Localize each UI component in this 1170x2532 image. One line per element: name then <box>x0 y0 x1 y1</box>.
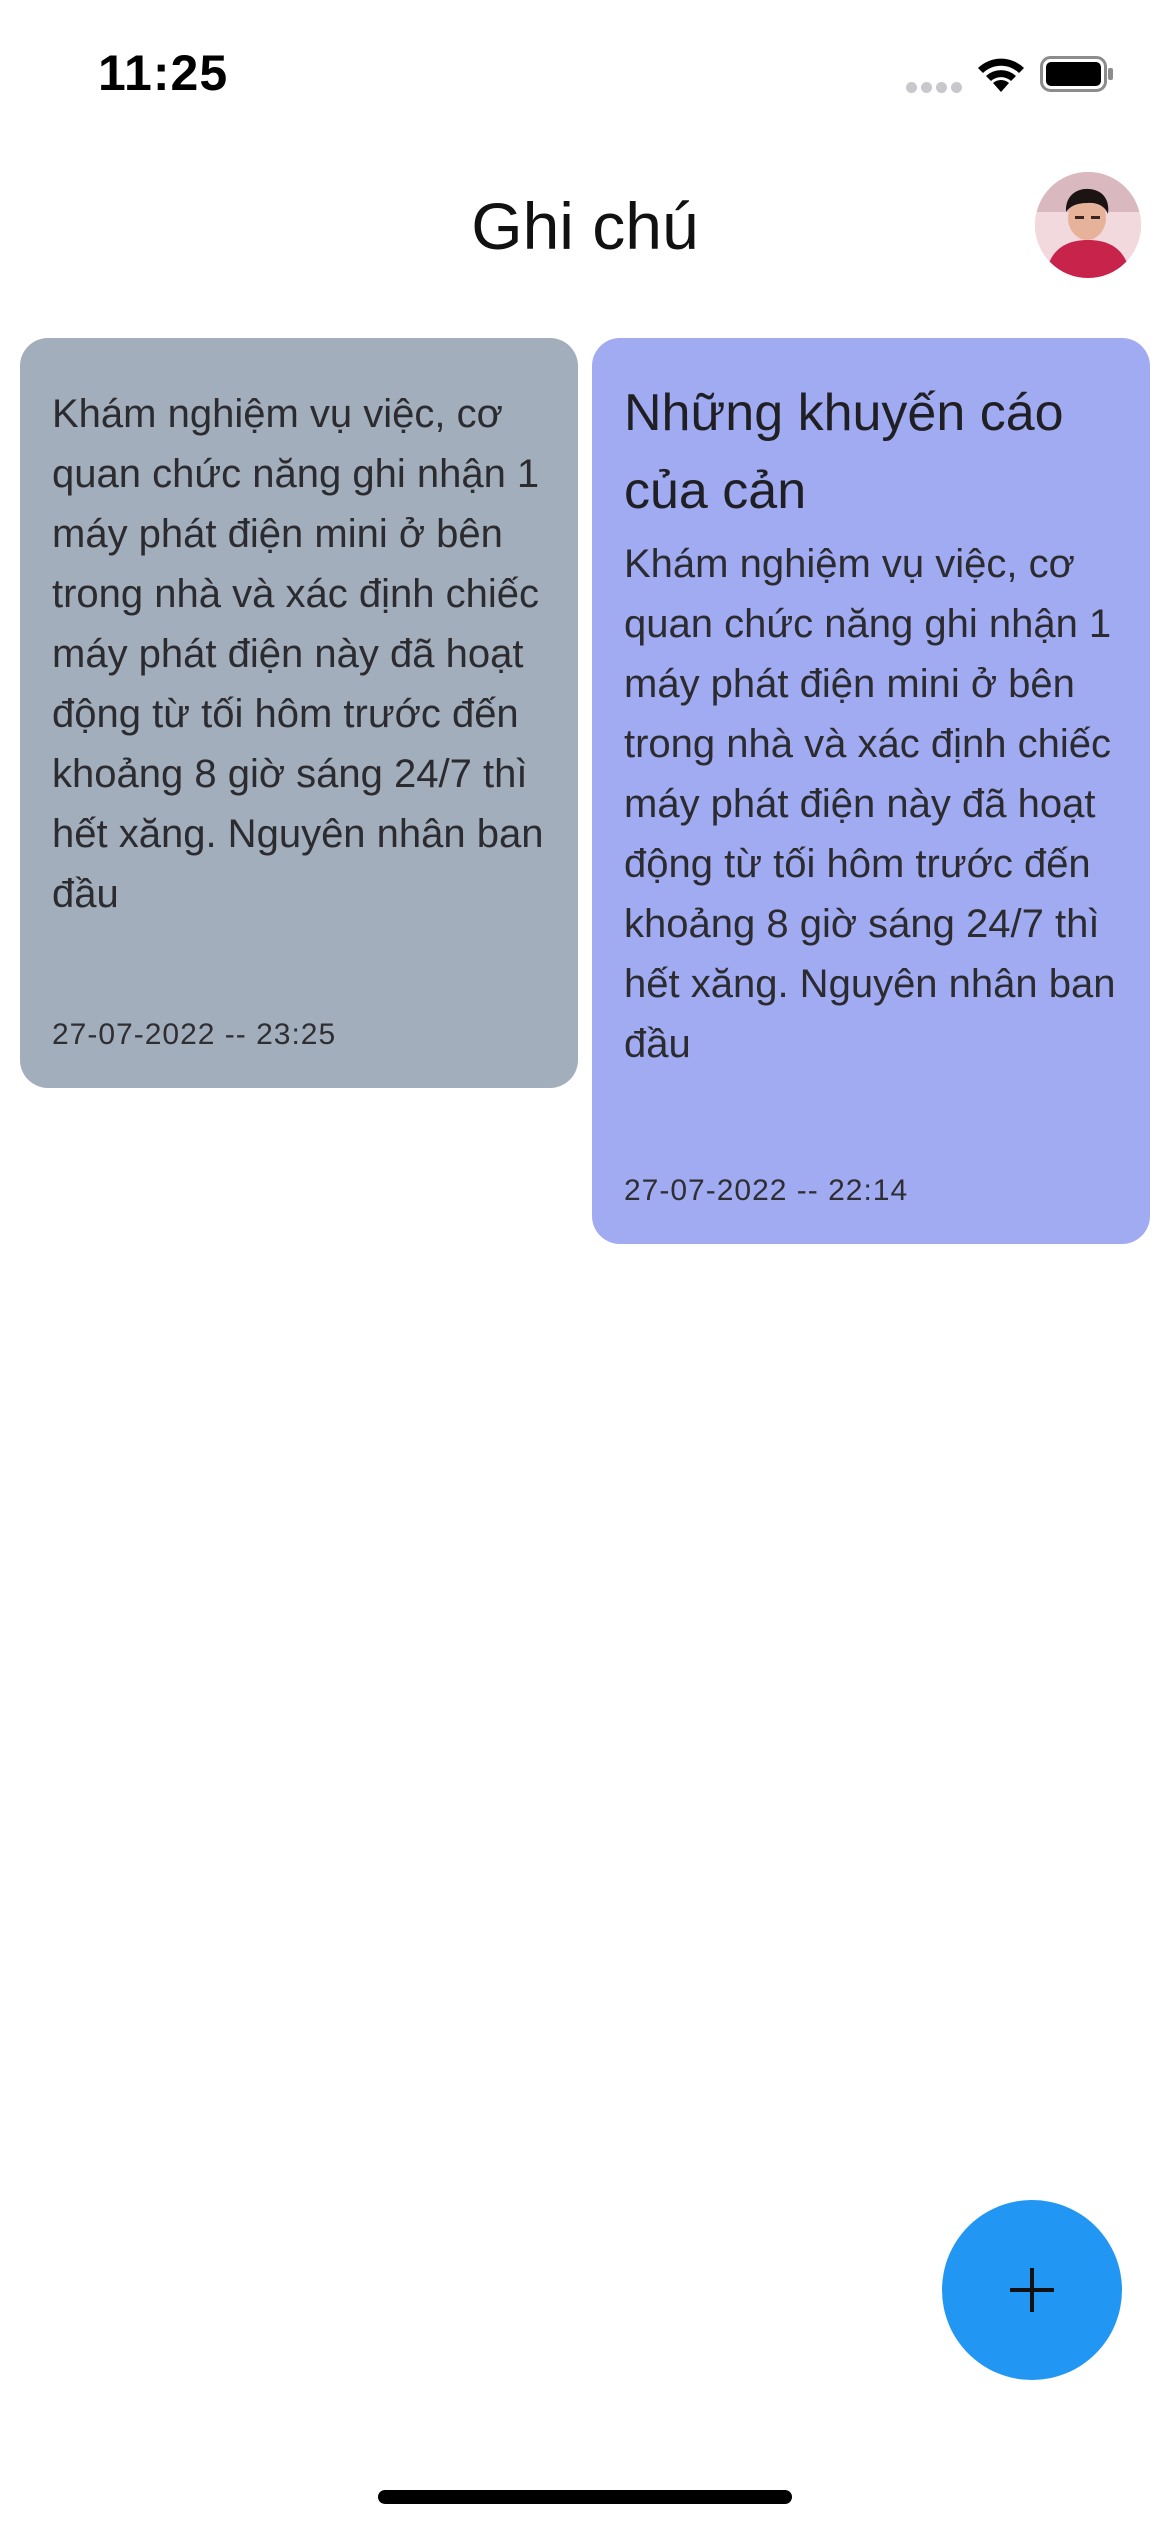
note-date: 27-07-2022 -- 23:25 <box>52 1018 337 1051</box>
note-body: Khám nghiệm vụ việc, cơ quan chức năng g… <box>624 534 1120 1134</box>
add-note-button[interactable] <box>942 2200 1122 2380</box>
note-card[interactable]: Khám nghiệm vụ việc, cơ quan chức năng g… <box>20 338 578 1088</box>
wifi-icon <box>978 58 1024 92</box>
status-time: 11:25 <box>98 45 229 101</box>
home-indicator[interactable] <box>378 2490 792 2504</box>
note-title: Những khuyến cáo của cản <box>624 384 1064 520</box>
plus-icon <box>1010 2268 1054 2312</box>
note-date: 27-07-2022 -- 22:14 <box>624 1174 909 1207</box>
status-bar: 11:25 <box>0 0 1170 150</box>
battery-icon <box>1040 56 1113 92</box>
avatar-image <box>1035 172 1141 278</box>
app-header: Ghi chú <box>0 150 1170 330</box>
signal-icon <box>906 82 962 94</box>
note-body: Khám nghiệm vụ việc, cơ quan chức năng g… <box>52 384 548 984</box>
note-card[interactable]: Những khuyến cáo của cản Khám nghiệm vụ … <box>592 338 1150 1244</box>
page-title: Ghi chú <box>471 189 699 263</box>
user-avatar[interactable] <box>1035 172 1141 278</box>
